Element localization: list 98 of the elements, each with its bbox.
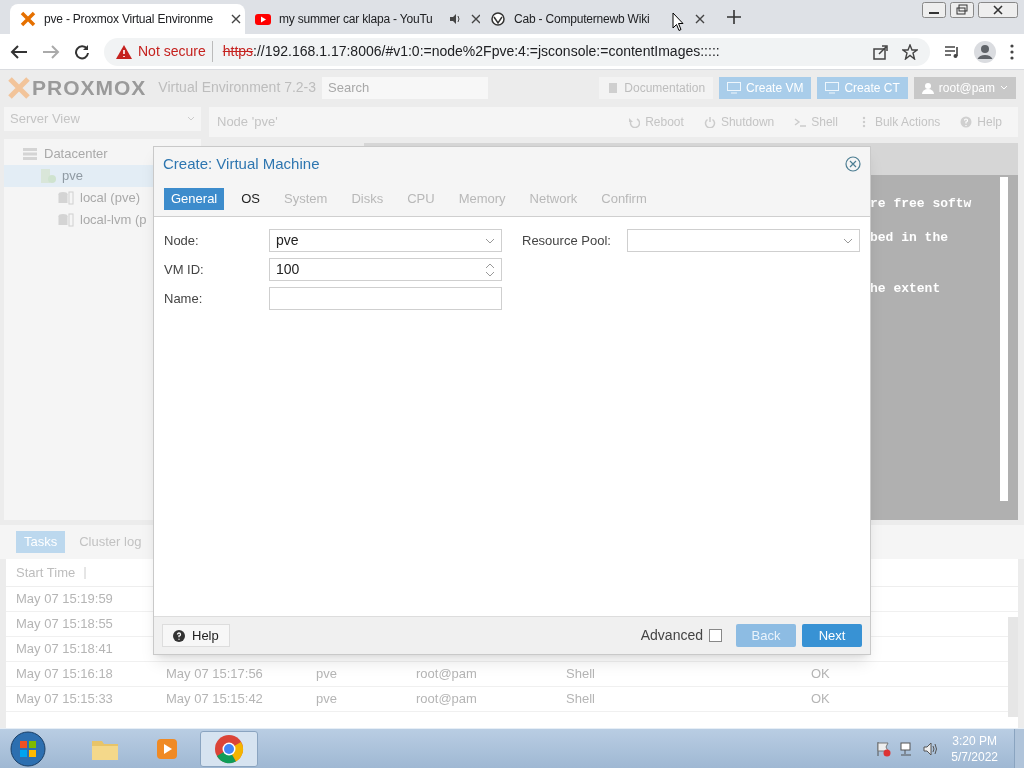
tree-item[interactable]: local (pve) xyxy=(58,188,140,208)
dropdown-field[interactable] xyxy=(627,229,860,252)
search-field[interactable]: Search xyxy=(322,76,489,99)
table-cell-text: Shell xyxy=(566,690,596,709)
header-button[interactable]: Create VM xyxy=(719,76,812,99)
table-cell-text: OK xyxy=(811,690,831,709)
power-icon xyxy=(703,116,716,128)
flag-icon[interactable] xyxy=(875,740,892,757)
storage-icon xyxy=(58,190,74,206)
star-icon[interactable] xyxy=(902,43,918,60)
terminal-icon xyxy=(794,116,807,128)
table-cell-text: pve xyxy=(316,690,338,709)
dropdown-field[interactable]: pve xyxy=(269,229,502,252)
browser-tab[interactable]: pve - Proxmox Virtual Environme xyxy=(10,4,245,34)
url-text: https://192.168.1.17:8006/#v1:0:=node%2Fpve:4:=jsconsole:=contentImages::::: xyxy=(221,42,720,61)
chrome-icon xyxy=(213,732,245,765)
scrollbar[interactable] xyxy=(1008,617,1018,717)
table-cell-text: May 07 15:19:59 xyxy=(16,590,114,609)
table-cell-text: root@pam xyxy=(416,690,478,709)
chevron-down-icon xyxy=(485,237,495,244)
server-icon xyxy=(40,168,56,184)
table-cell-text: pve xyxy=(316,665,338,684)
tab-title: pve - Proxmox Virtual Environme xyxy=(44,11,213,28)
server-rack-icon xyxy=(22,146,38,162)
table-cell-text: May 07 15:16:18 xyxy=(16,665,114,684)
number-field[interactable]: 100 xyxy=(269,258,502,281)
proxmox-x-icon xyxy=(20,11,36,27)
caret-icon xyxy=(1000,84,1008,91)
wizard-tab[interactable]: OS xyxy=(234,187,268,210)
back-icon[interactable] xyxy=(10,43,28,60)
minimize-icon[interactable] xyxy=(922,2,946,18)
sort-icon xyxy=(83,566,88,579)
start-orb-icon[interactable] xyxy=(10,730,46,767)
table-cell-text: May 07 15:18:55 xyxy=(16,615,114,634)
caret-icon xyxy=(187,116,195,122)
table-cell-text: May 07 15:17:56 xyxy=(166,665,264,684)
column-header[interactable]: Start Time xyxy=(16,562,76,583)
checkbox-label: Advanced xyxy=(640,626,703,645)
table-cell-text: Shell xyxy=(566,665,596,684)
security-label: Not secure xyxy=(138,41,213,62)
reload-icon[interactable] xyxy=(74,43,90,60)
chevron-down-icon xyxy=(843,237,853,244)
monitor-icon xyxy=(727,81,742,94)
warning-icon xyxy=(116,44,132,59)
close-icon[interactable] xyxy=(470,14,481,24)
console-line: bed in the xyxy=(870,229,949,246)
tab-title: my summer car klapa - YouTu xyxy=(279,11,433,28)
tree-item[interactable]: local-lvm (p xyxy=(58,210,147,230)
close-icon[interactable] xyxy=(695,14,705,24)
field-label: VM ID: xyxy=(164,260,205,279)
book-icon xyxy=(607,81,620,94)
panel-tab[interactable]: Tasks xyxy=(16,531,66,553)
wizard-button[interactable]: Next xyxy=(802,624,862,647)
share-icon[interactable] xyxy=(872,43,888,60)
mouse-cursor-icon xyxy=(672,12,684,32)
new-tab-icon[interactable] xyxy=(727,10,741,24)
field-label: Node: xyxy=(164,231,200,250)
logo-text: PROXMOX xyxy=(32,74,147,101)
close-icon[interactable] xyxy=(231,14,241,24)
console-line: re free softw xyxy=(870,195,973,212)
media-queue-icon[interactable] xyxy=(944,43,960,60)
address-bar[interactable]: Not secure https://192.168.1.17:8006/#v1:0:=node%2Fpve:4:=jsconsole:=contentImages::::: xyxy=(104,37,930,66)
checkbox[interactable] xyxy=(709,629,722,642)
input-field[interactable] xyxy=(269,287,502,310)
help-button[interactable]: Help xyxy=(162,624,230,647)
storage-icon xyxy=(58,212,74,228)
field-label: Resource Pool: xyxy=(522,231,612,250)
wiki-icon xyxy=(490,11,506,27)
spinner-arrows-icon xyxy=(485,262,495,277)
tab-title: Cab - Computernewb Wiki xyxy=(514,11,650,28)
header-button[interactable]: Create CT xyxy=(817,76,908,99)
dialog-title: Create: Virtual Machine xyxy=(163,153,320,174)
field-label: Name: xyxy=(164,289,204,308)
video-play-icon xyxy=(255,11,271,27)
user-icon xyxy=(921,81,934,94)
console-line: he extent xyxy=(870,280,942,297)
restore-icon[interactable] xyxy=(950,2,974,18)
menu-icon[interactable] xyxy=(1010,43,1014,60)
table-cell-text: root@pam xyxy=(416,665,478,684)
reload-icon xyxy=(628,116,641,128)
table-cell-text: May 07 15:15:33 xyxy=(16,690,114,709)
profile-icon[interactable] xyxy=(974,40,996,63)
taskbar-app[interactable] xyxy=(200,730,258,767)
monitor-icon xyxy=(825,81,840,94)
help-icon xyxy=(173,629,185,642)
clock-time[interactable]: 3:20 PM xyxy=(952,732,997,749)
wizard-tab[interactable]: General xyxy=(164,187,225,210)
proxmox-x-icon xyxy=(8,76,30,99)
table-cell-text: May 07 15:15:42 xyxy=(166,690,264,709)
scrollbar[interactable] xyxy=(1000,177,1008,501)
close-icon[interactable] xyxy=(978,2,1018,18)
clock-date[interactable]: 5/7/2022 xyxy=(951,748,998,765)
tree-item[interactable]: Datacenter xyxy=(22,144,108,164)
table-cell-text: May 07 15:18:41 xyxy=(16,640,114,659)
tree-item[interactable]: pve xyxy=(40,166,83,186)
table-cell-text: OK xyxy=(811,665,831,684)
speaker-icon[interactable] xyxy=(923,740,940,757)
help-icon xyxy=(960,116,973,128)
